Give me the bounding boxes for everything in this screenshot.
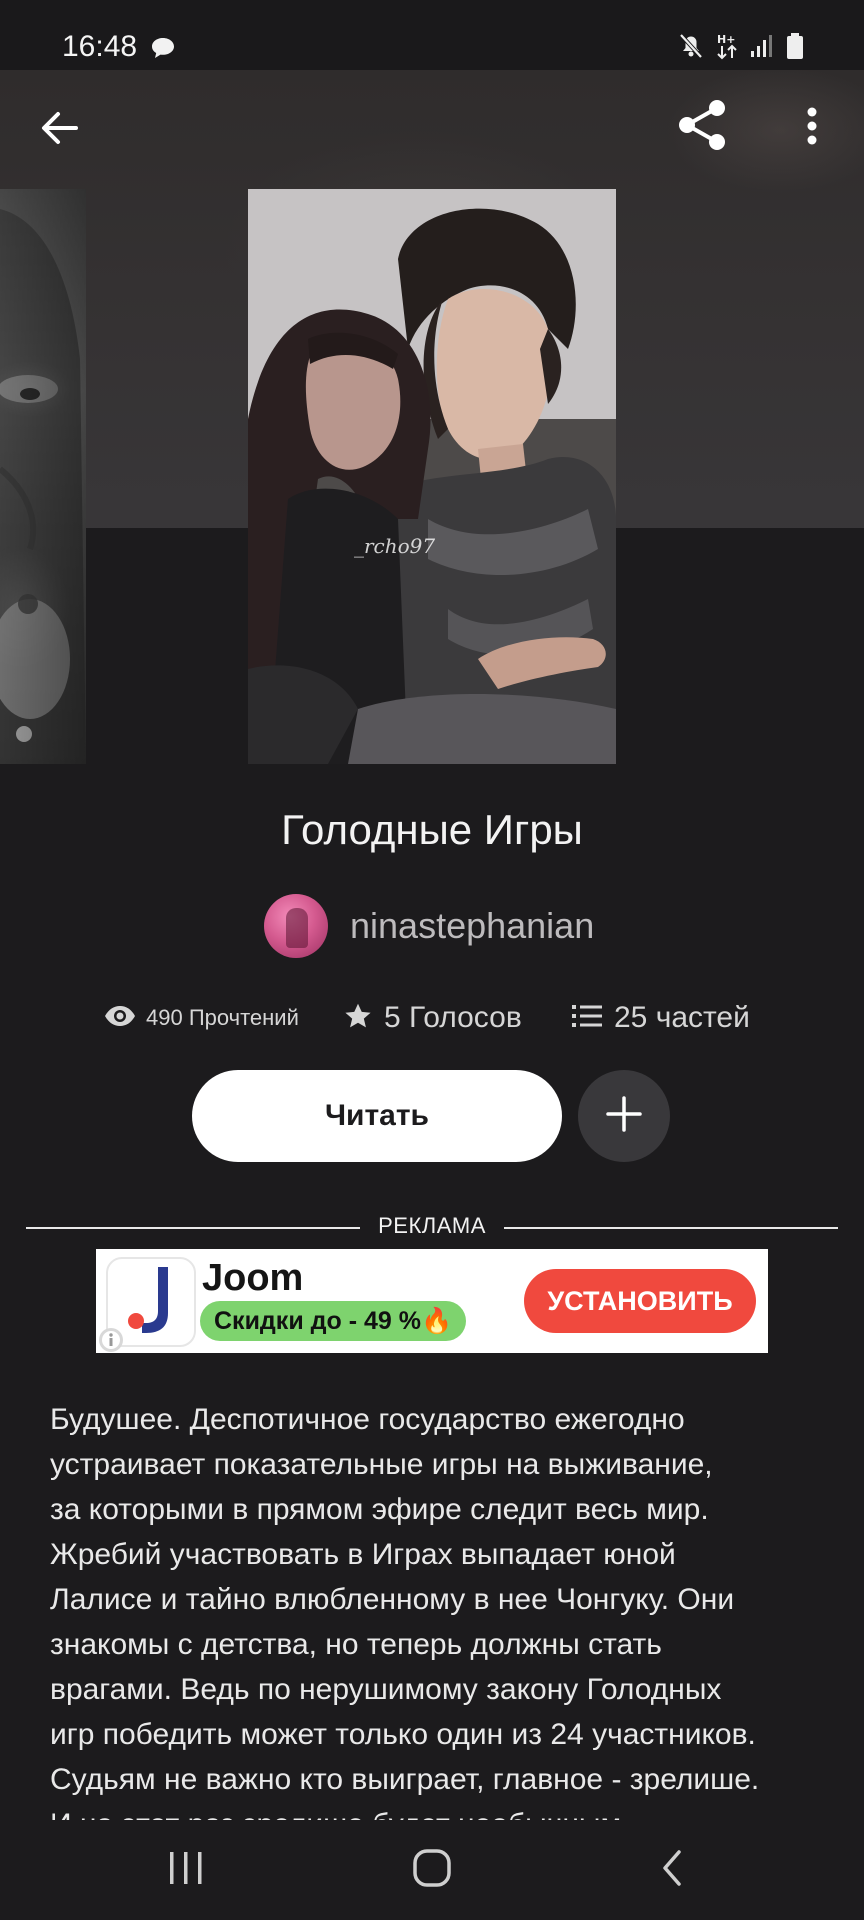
description-line: Будушее. Деспотичное государство ежегодн… — [50, 1403, 685, 1436]
previous-story-cover[interactable] — [0, 189, 86, 764]
description-line: Лалисе и тайно влюбленному в нее Чонгуку… — [50, 1583, 735, 1616]
status-time: 16:48 — [62, 30, 138, 63]
chat-bubble-icon — [150, 36, 176, 65]
story-title: Голодные Игры — [281, 806, 583, 853]
system-navigation-bar — [0, 1820, 864, 1920]
star-icon — [344, 1002, 372, 1035]
system-back-button[interactable] — [636, 1842, 708, 1898]
story-description: Будушее. Деспотичное государство ежегодн… — [50, 1397, 830, 1821]
ad-info-icon[interactable] — [98, 1327, 124, 1353]
description-line: знакомы с детства, но теперь должны стат… — [50, 1628, 662, 1661]
home-button[interactable] — [396, 1842, 468, 1898]
description-line: врагами. Ведь по нерушимому закону Голод… — [50, 1673, 722, 1706]
ad-promo-badge: Скидки до - 49 %🔥 — [200, 1301, 467, 1341]
eye-icon — [104, 1005, 136, 1032]
description-line: игр победить может только один из 24 уча… — [50, 1718, 756, 1751]
author-avatar[interactable] — [264, 894, 328, 958]
battery-icon — [786, 32, 804, 65]
story-details-screen: 16:48 H+ _rcho97 Голодные Игры ninasteph… — [0, 0, 864, 1920]
share-button[interactable] — [670, 94, 736, 160]
list-icon — [572, 1004, 602, 1033]
top-app-bar — [0, 70, 864, 186]
votes-count: 5 Голосов — [384, 1001, 522, 1034]
ad-install-button[interactable]: УСТАНОВИТЬ — [524, 1269, 756, 1333]
data-transfer-icon: H+ — [716, 32, 738, 65]
chevron-left-icon — [659, 1848, 685, 1893]
author-link[interactable]: ninastephanian — [264, 893, 594, 959]
parts-count: 25 частей — [614, 1001, 750, 1034]
status-bar: 16:48 H+ — [0, 0, 864, 70]
back-button[interactable] — [30, 100, 90, 160]
description-line: за которыми в прямом эфире следит весь м… — [50, 1493, 709, 1526]
recents-button[interactable] — [150, 1842, 222, 1898]
more-options-button[interactable] — [790, 96, 834, 160]
more-vertical-icon — [806, 106, 818, 151]
description-line: И на этот раз зрелише будет необычным... — [50, 1802, 830, 1821]
plus-icon — [605, 1095, 643, 1138]
arrow-left-icon — [40, 110, 80, 151]
author-name[interactable]: ninastephanian — [350, 905, 594, 947]
votes-stat: 5 Голосов — [344, 996, 522, 1040]
cover-watermark: _rcho97 — [354, 534, 436, 558]
ad-banner[interactable]: Joom Скидки до - 49 %🔥 УСТАНОВИТЬ — [96, 1249, 768, 1353]
svg-text:H+: H+ — [717, 33, 735, 46]
mute-icon — [678, 32, 704, 65]
share-icon — [675, 97, 731, 158]
home-icon — [412, 1848, 452, 1893]
parts-stat: 25 частей — [572, 996, 750, 1040]
ad-brand: Joom — [202, 1257, 304, 1299]
description-line: Жребий участвовать в Играх выпадает юной — [50, 1538, 676, 1571]
reads-stat: 490 Прочтений — [104, 996, 299, 1040]
read-button[interactable]: Читать — [192, 1070, 562, 1162]
ad-label: РЕКЛАМА — [378, 1213, 486, 1238]
ad-divider: РЕКЛАМА — [26, 1213, 838, 1243]
signal-icon — [750, 34, 774, 63]
story-cover-image[interactable]: _rcho97 — [248, 189, 616, 764]
reads-count: 490 Прочтений — [146, 1005, 299, 1030]
add-to-library-button[interactable] — [578, 1070, 670, 1162]
recents-icon — [166, 1850, 206, 1891]
story-stats: 490 Прочтений 5 Голосов 25 частей — [0, 996, 864, 1040]
description-line: устраивает показательные игры на выживан… — [50, 1448, 713, 1481]
description-line: Судьям не важно кто выиграет, главное - … — [50, 1763, 760, 1796]
status-icons: H+ — [678, 32, 804, 65]
